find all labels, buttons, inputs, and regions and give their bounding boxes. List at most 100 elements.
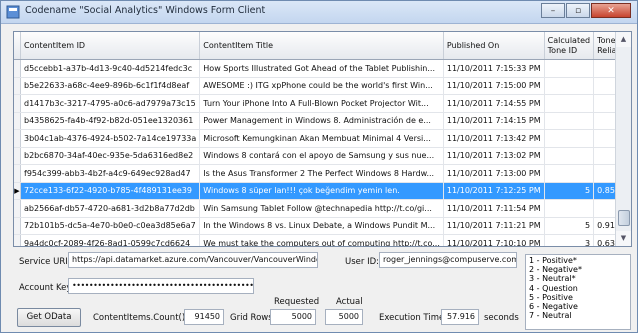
cell-tone-id[interactable] xyxy=(544,77,595,95)
list-item[interactable]: 6 - Negative xyxy=(529,302,627,311)
cell-published-on[interactable]: 11/10/2011 7:15:00 PM xyxy=(443,77,545,95)
cell-contentitem-id[interactable]: d1417b3c-3217-4795-a0c6-ad7979a73c15 xyxy=(20,94,201,113)
grid-rows-requested-field[interactable]: 5000 xyxy=(270,309,316,325)
cell-published-on[interactable]: 11/10/2011 7:11:54 PM xyxy=(443,199,545,218)
cell-contentitem-title[interactable]: Windows 8 süper lan!!! çok beğendim yemi… xyxy=(199,182,444,200)
list-item[interactable]: 3 - Neutral* xyxy=(529,274,627,283)
user-id-field[interactable]: roger_jennings@compuserve.com xyxy=(379,252,517,268)
requested-label: Requested xyxy=(274,297,320,307)
account-key-label: Account Key: xyxy=(19,283,74,293)
cell-contentitem-title[interactable]: AWESOME :) ITG xpPhone could be the worl… xyxy=(199,77,444,95)
grid-body: d5ccebb1-a37b-4d13-9c40-4d5214fedc3c How … xyxy=(14,59,631,246)
list-item[interactable]: 1 - Positive* xyxy=(529,256,627,265)
cell-contentitem-title[interactable]: Win Samsung Tablet Follow @technapedia h… xyxy=(199,199,444,218)
table-row[interactable]: 3b04c1ab-4376-4924-b502-7a14ce19733a Micr… xyxy=(14,129,631,148)
account-key-field[interactable]: ••••••••••••••••••••••••••••••••••••••••… xyxy=(68,278,254,294)
cell-tone-id[interactable] xyxy=(544,94,595,113)
cell-contentitem-id[interactable]: b4358625-fa4b-4f92-b82d-051ee1320361 xyxy=(20,112,201,130)
cell-contentitem-title[interactable]: In the Windows 8 vs. Linux Debate, a Win… xyxy=(199,217,444,235)
row-selector-arrow-icon: ▶ xyxy=(14,186,20,195)
title-bar: Codename "Social Analytics" Windows Form… xyxy=(1,1,637,24)
table-row[interactable]: d1417b3c-3217-4795-a0c6-ad7979a73c15 Turn… xyxy=(14,94,631,113)
cell-contentitem-id[interactable]: 3b04c1ab-4376-4924-b502-7a14ce19733a xyxy=(20,129,201,148)
app-icon xyxy=(6,5,20,19)
service-uri-field[interactable]: https://api.datamarket.azure.com/Vancouv… xyxy=(68,252,318,268)
vertical-scrollbar[interactable]: ▲ ▼ xyxy=(615,32,631,246)
grid-rows-label: Grid Rows: xyxy=(230,313,276,323)
minimize-icon[interactable]: – xyxy=(541,3,565,18)
cell-contentitem-id[interactable]: d5ccebb1-a37b-4d13-9c40-4d5214fedc3c xyxy=(20,59,201,78)
actual-label: Actual xyxy=(336,297,363,307)
window-title: Codename "Social Analytics" Windows Form… xyxy=(25,5,266,16)
count-field: 91450 xyxy=(184,309,224,325)
cell-contentitem-id[interactable]: 9a4dc0cf-2089-4f26-8ad1-0599c7cd6624 xyxy=(20,234,201,246)
cell-tone-id[interactable] xyxy=(544,129,595,148)
seconds-label: seconds xyxy=(484,313,519,323)
cell-published-on[interactable]: 11/10/2011 7:14:55 PM xyxy=(443,94,545,113)
cell-contentitem-id[interactable]: b2bc6870-34af-40ec-935e-5da6316ed8e2 xyxy=(20,147,201,165)
cell-contentitem-id[interactable]: f954c399-abb3-4b2f-a4c9-649ec928ad47 xyxy=(20,164,201,183)
cell-published-on[interactable]: 11/10/2011 7:13:00 PM xyxy=(443,164,545,183)
table-row[interactable]: b5e22633-a68c-4ee9-896b-6c1f1f4d8eaf AWES… xyxy=(14,77,631,95)
table-row[interactable]: b4358625-fa4b-4f92-b82d-051ee1320361 Powe… xyxy=(14,112,631,130)
maximize-icon[interactable]: ▫ xyxy=(566,3,590,18)
cell-contentitem-id[interactable]: 72cce133-6f22-4920-b785-4f489131ee39 xyxy=(20,182,201,200)
window-controls: – ▫ ✕ xyxy=(541,3,631,19)
cell-contentitem-title[interactable]: Turn Your iPhone Into A Full-Blown Pocke… xyxy=(199,94,444,113)
scroll-thumb[interactable] xyxy=(618,210,630,226)
grid-header-row: ContentItem ID ContentItem Title Publish… xyxy=(14,32,631,60)
cell-contentitem-title[interactable]: Windows 8 contará con el apoyo de Samsun… xyxy=(199,147,444,165)
app-window: Codename "Social Analytics" Windows Form… xyxy=(0,0,638,333)
cell-tone-id[interactable] xyxy=(544,147,595,165)
list-item[interactable]: 7 - Neutral xyxy=(529,311,627,320)
table-row[interactable]: 72b101b5-dc5a-4e70-b0e0-c0ea3d85e6a7 In t… xyxy=(14,217,631,235)
cell-tone-id[interactable] xyxy=(544,59,595,78)
cell-published-on[interactable]: 11/10/2011 7:10:10 PM xyxy=(443,234,545,246)
grid-table: ContentItem ID ContentItem Title Publish… xyxy=(14,32,631,246)
cell-published-on[interactable]: 11/10/2011 7:13:02 PM xyxy=(443,147,545,165)
list-item[interactable]: 5 - Positive xyxy=(529,293,627,302)
execution-time-label: Execution Time: xyxy=(379,313,448,323)
grid-rows-actual-field: 5000 xyxy=(325,309,363,325)
scroll-down-icon[interactable]: ▼ xyxy=(616,231,631,246)
scroll-up-icon[interactable]: ▲ xyxy=(616,32,631,47)
cell-published-on[interactable]: 11/10/2011 7:13:42 PM xyxy=(443,129,545,148)
cell-contentitem-id[interactable]: ab2566af-db57-4720-a681-3d2b8a77d2db xyxy=(20,199,201,218)
cell-tone-id[interactable]: 5 xyxy=(544,217,595,235)
get-odata-button[interactable]: Get OData xyxy=(17,308,81,327)
cell-published-on[interactable]: 11/10/2011 7:14:15 PM xyxy=(443,112,545,130)
column-header-contentitem-id[interactable]: ContentItem ID xyxy=(20,32,201,60)
content-items-grid[interactable]: ContentItem ID ContentItem Title Publish… xyxy=(13,31,632,247)
user-id-label: User ID: xyxy=(345,257,379,267)
cell-tone-id[interactable] xyxy=(544,199,595,218)
table-row[interactable]: ab2566af-db57-4720-a681-3d2b8a77d2db Win … xyxy=(14,199,631,218)
list-item[interactable]: 4 - Question xyxy=(529,284,627,293)
cell-tone-id[interactable]: 3 xyxy=(544,234,595,246)
table-row[interactable]: ▶ 72cce133-6f22-4920-b785-4f489131ee39 Win… xyxy=(14,182,631,200)
cell-contentitem-title[interactable]: How Sports Illustrated Got Ahead of the … xyxy=(199,59,444,78)
tone-legend-list[interactable]: 1 - Positive* 2 - Negative* 3 - Neutral* 4 … xyxy=(525,254,631,330)
table-row[interactable]: d5ccebb1-a37b-4d13-9c40-4d5214fedc3c How … xyxy=(14,59,631,78)
cell-contentitem-id[interactable]: b5e22633-a68c-4ee9-896b-6c1f1f4d8eaf xyxy=(20,77,201,95)
column-header-contentitem-title[interactable]: ContentItem Title xyxy=(199,32,444,60)
execution-time-field: 57.916 xyxy=(441,309,479,325)
cell-tone-id[interactable]: 5 xyxy=(544,182,595,200)
table-row[interactable]: 9a4dc0cf-2089-4f26-8ad1-0599c7cd6624 We m… xyxy=(14,234,631,246)
cell-published-on[interactable]: 11/10/2011 7:11:21 PM xyxy=(443,217,545,235)
close-icon[interactable]: ✕ xyxy=(591,3,631,18)
list-item[interactable]: 2 - Negative* xyxy=(529,265,627,274)
cell-tone-id[interactable] xyxy=(544,112,595,130)
column-header-published-on[interactable]: Published On xyxy=(443,32,545,60)
cell-tone-id[interactable] xyxy=(544,164,595,183)
cell-contentitem-title[interactable]: Is the Asus Transformer 2 The Perfect Wi… xyxy=(199,164,444,183)
cell-contentitem-title[interactable]: Microsoft Kemungkinan Akan Membuat Minim… xyxy=(199,129,444,148)
column-header-tone-id[interactable]: Calculated Tone ID xyxy=(544,32,595,60)
cell-contentitem-title[interactable]: We must take the computers out of comput… xyxy=(199,234,444,246)
service-uri-label: Service URI: xyxy=(19,257,71,267)
cell-contentitem-title[interactable]: Power Management in Windows 8. Administr… xyxy=(199,112,444,130)
table-row[interactable]: b2bc6870-34af-40ec-935e-5da6316ed8e2 Wind… xyxy=(14,147,631,165)
cell-published-on[interactable]: 11/10/2011 7:15:33 PM xyxy=(443,59,545,78)
cell-published-on[interactable]: 11/10/2011 7:12:25 PM xyxy=(443,182,545,200)
table-row[interactable]: f954c399-abb3-4b2f-a4c9-649ec928ad47 Is t… xyxy=(14,164,631,183)
cell-contentitem-id[interactable]: 72b101b5-dc5a-4e70-b0e0-c0ea3d85e6a7 xyxy=(20,217,201,235)
